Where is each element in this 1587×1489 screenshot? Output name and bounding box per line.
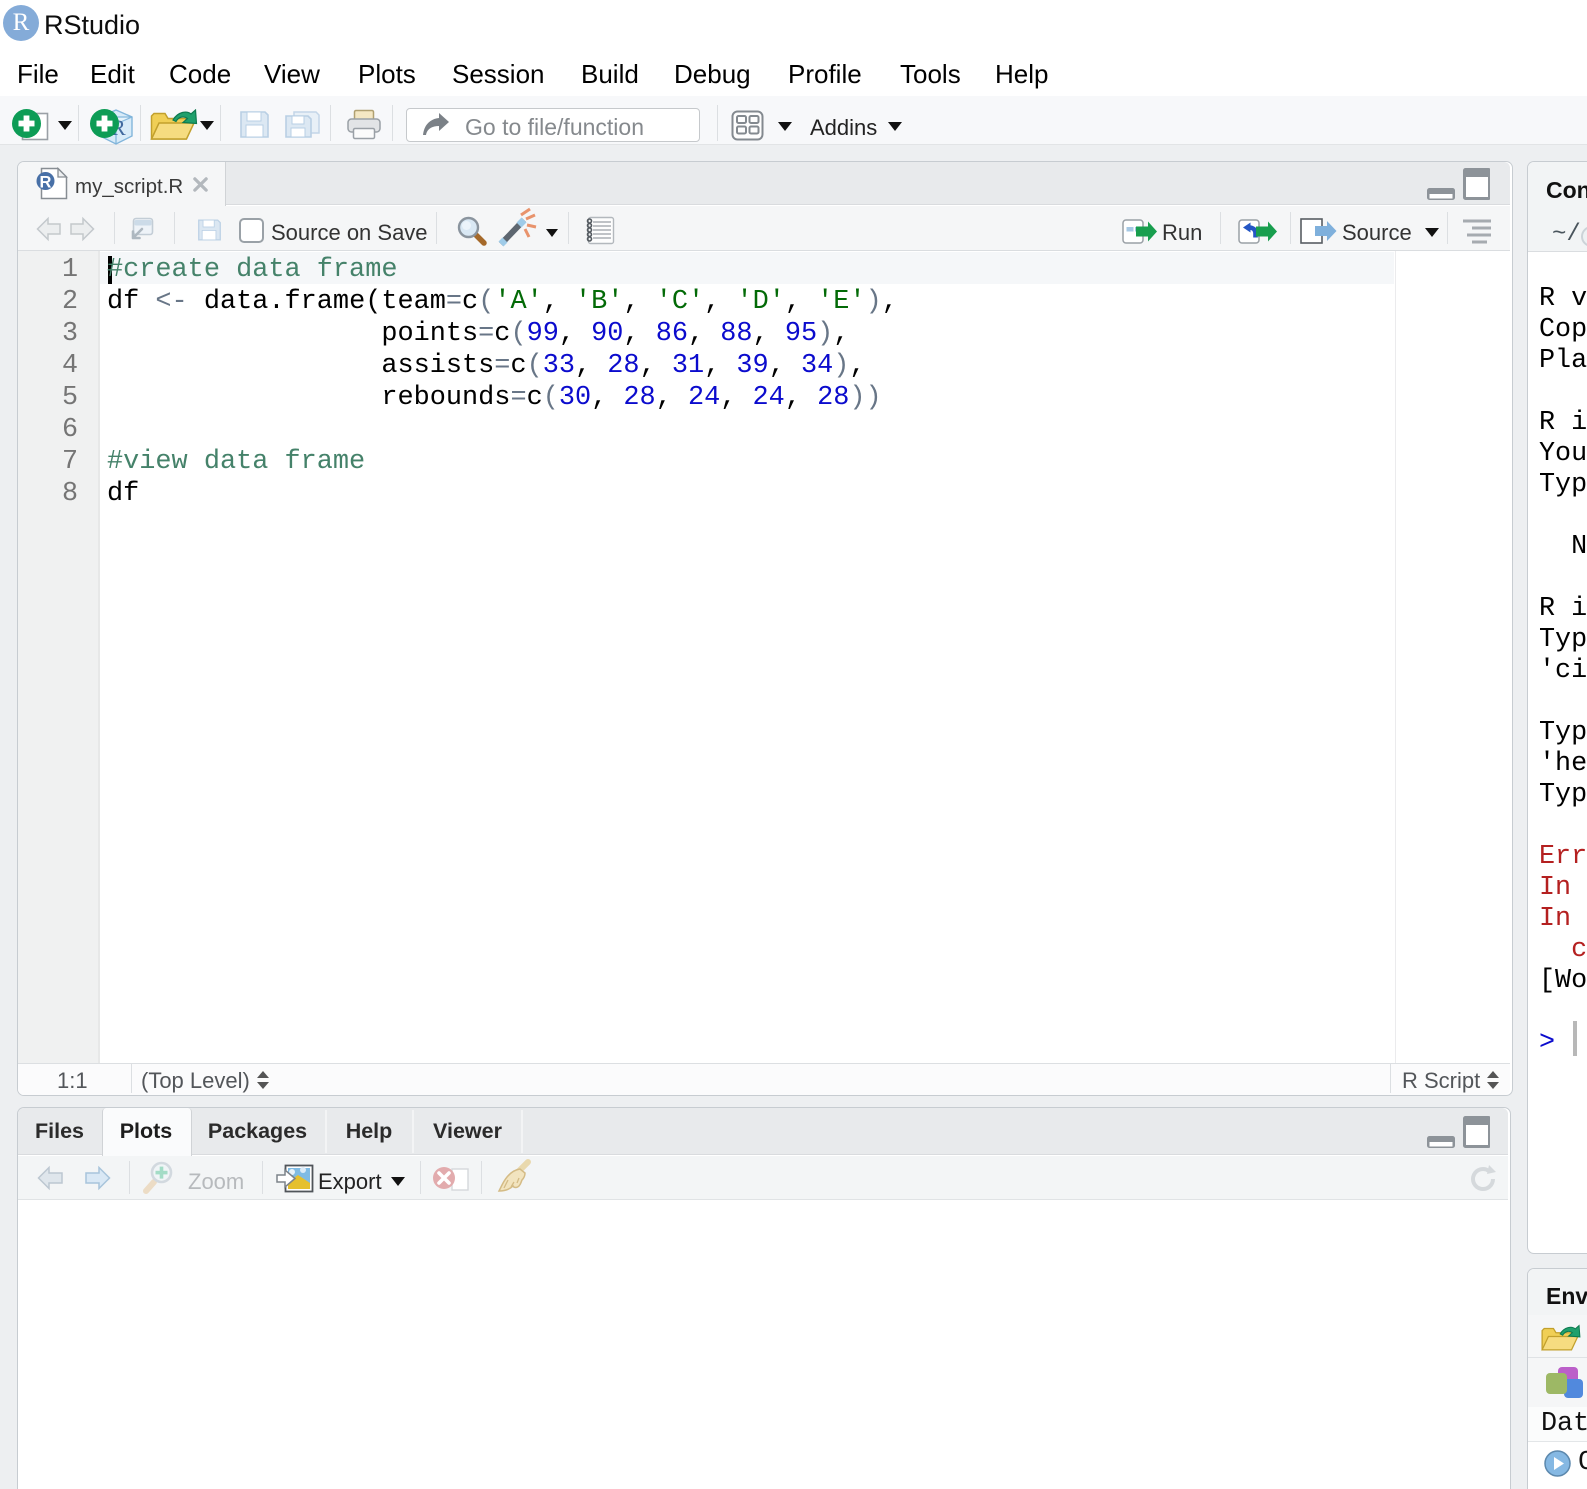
svg-text:R: R xyxy=(40,174,52,192)
